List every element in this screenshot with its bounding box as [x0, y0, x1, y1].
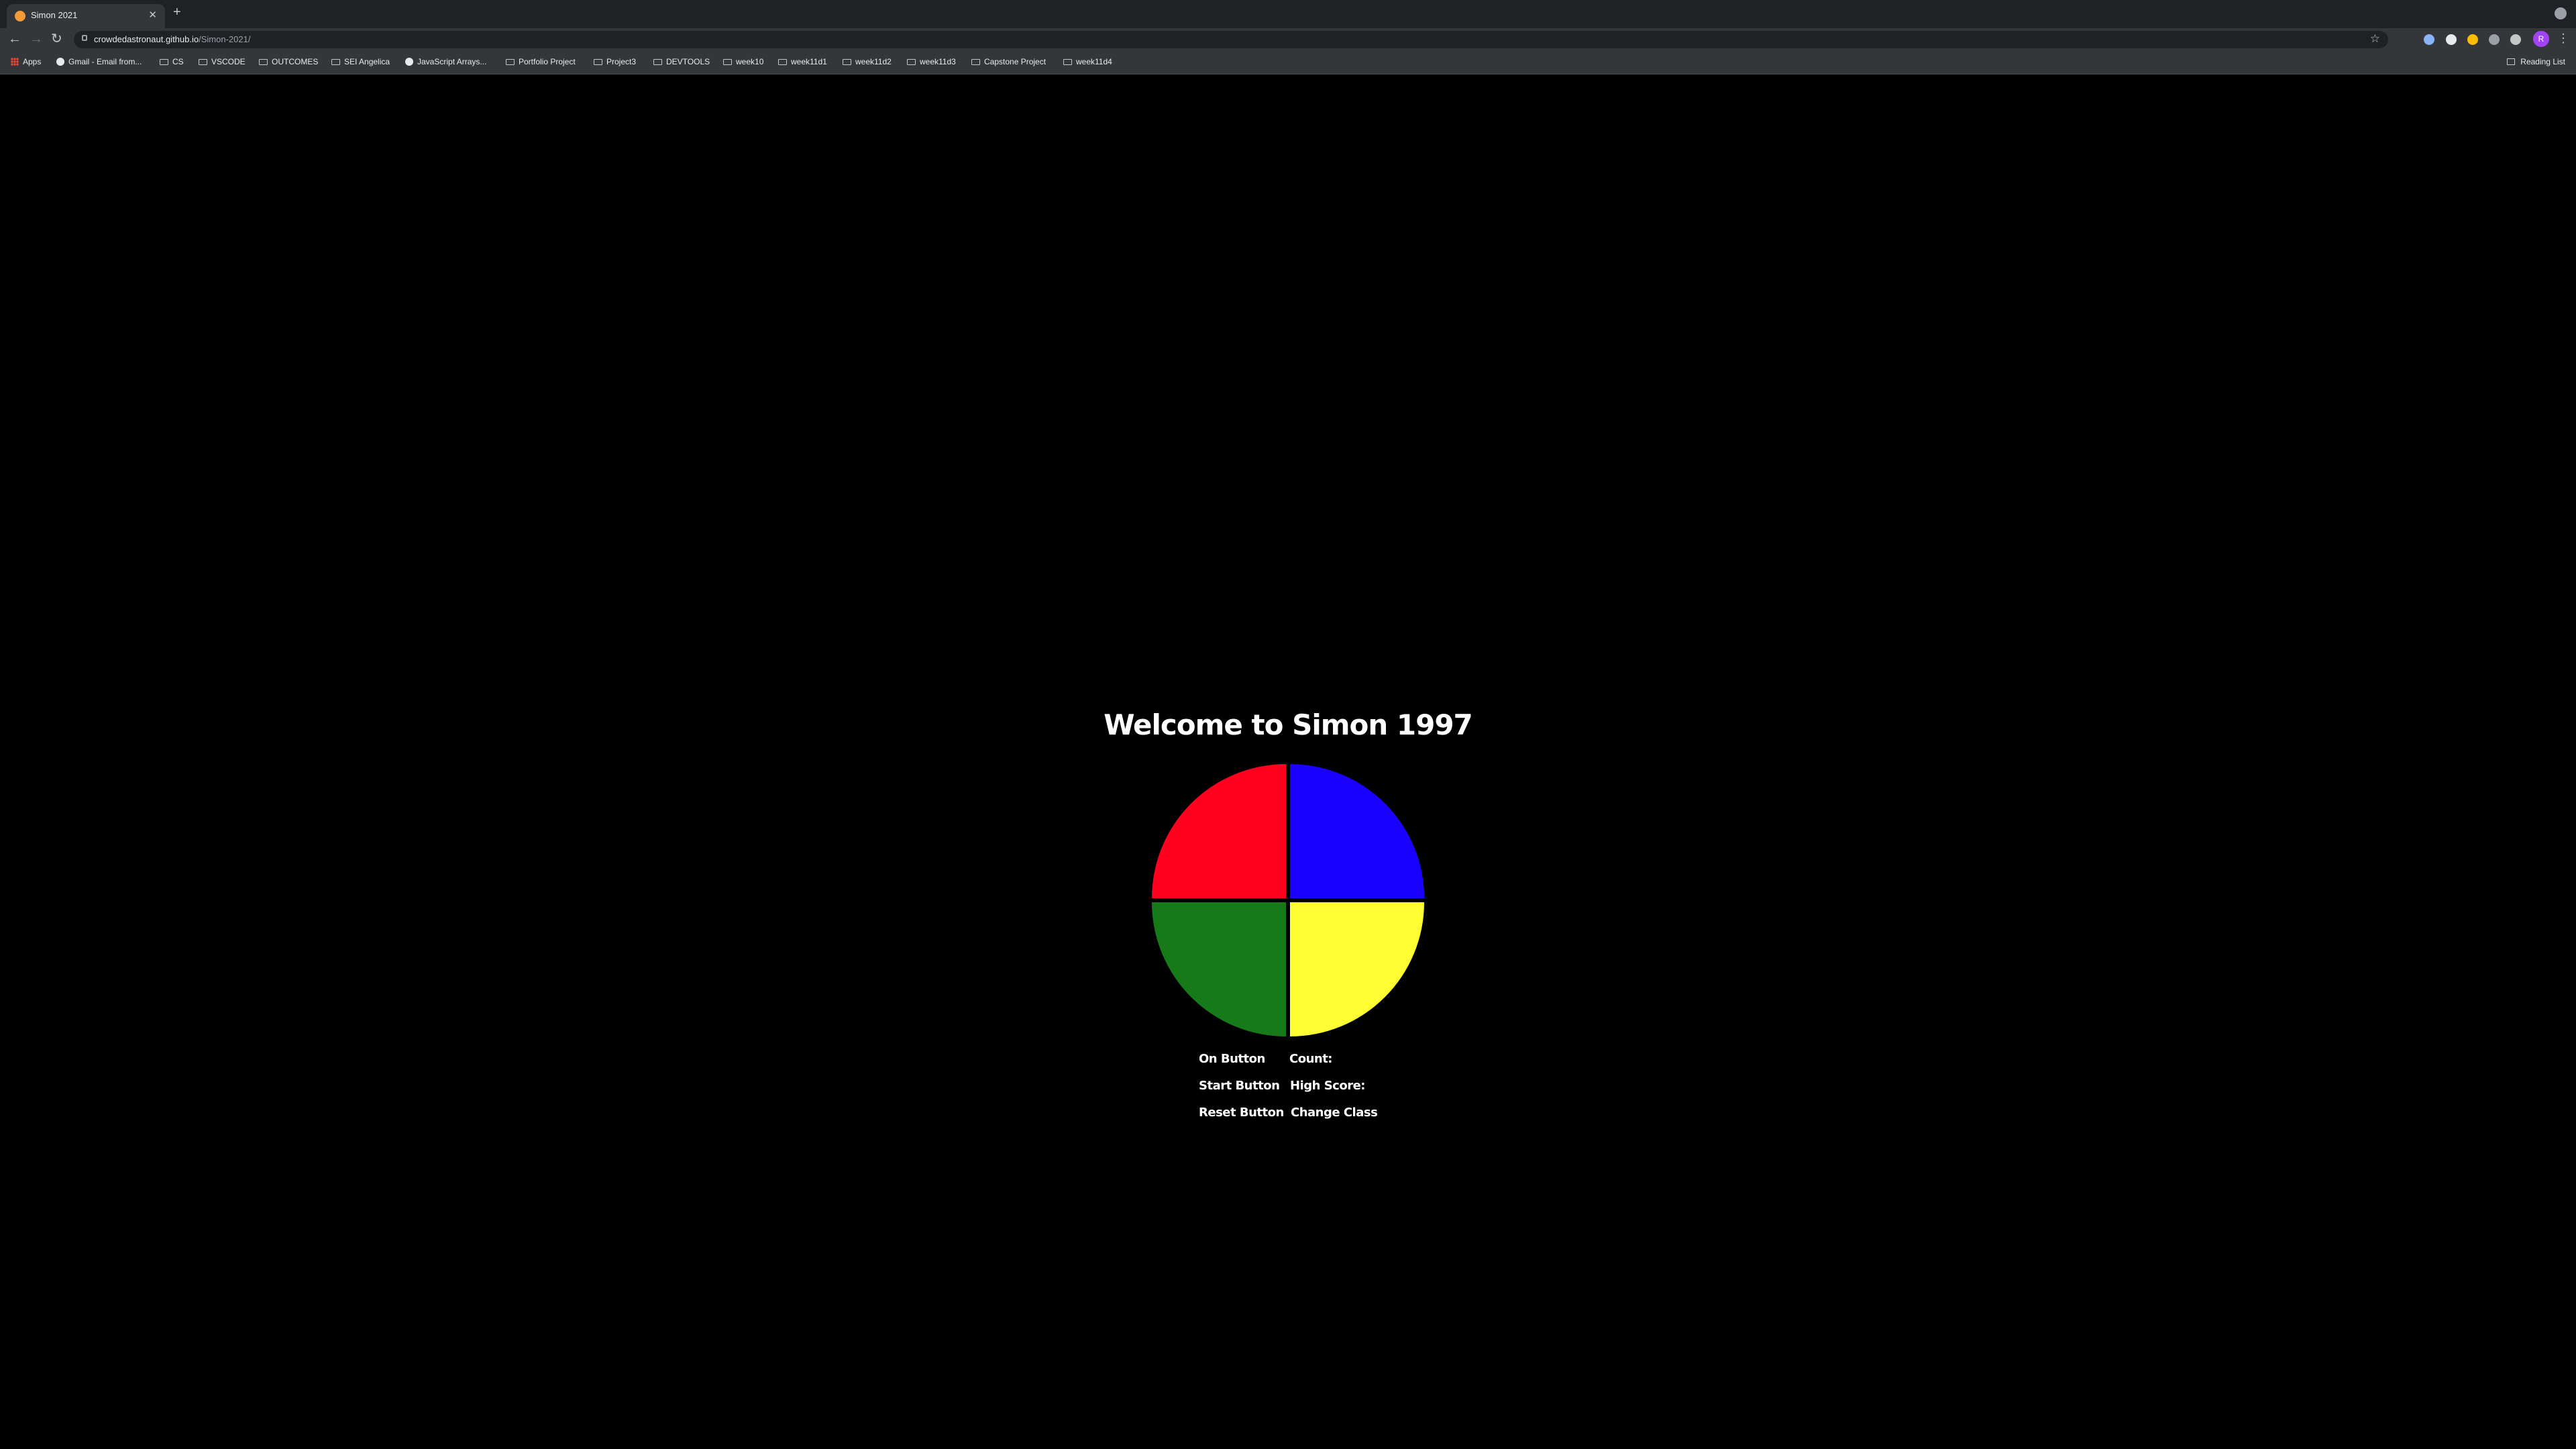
bookmark-star-icon[interactable]: ☆: [2370, 32, 2380, 46]
folder-icon: [723, 59, 732, 65]
lock-icon: [82, 35, 87, 41]
extension-icon[interactable]: [2446, 34, 2457, 45]
page-content: Welcome to Simon 1997 On Button Count: S…: [0, 74, 2576, 1449]
profile-avatar[interactable]: R: [2533, 31, 2549, 47]
site-icon: [405, 58, 413, 66]
folder-icon: [259, 59, 268, 65]
bookmark-folder[interactable]: Capstone Project: [971, 57, 1046, 66]
folder-icon: [778, 59, 787, 65]
folder-icon: [653, 59, 662, 65]
folder-icon: [594, 59, 602, 65]
bookmark-folder[interactable]: CS: [160, 57, 184, 66]
favicon-icon: [15, 11, 25, 21]
tab-strip: Simon 2021 ✕ +: [0, 0, 2576, 28]
extension-icon[interactable]: [2424, 34, 2434, 45]
extension-icon[interactable]: [2489, 34, 2500, 45]
bookmarks-bar: Apps Gmail - Email from... CS VSCODE OUT…: [0, 51, 2576, 74]
extension-icon[interactable]: [2467, 34, 2478, 45]
on-button[interactable]: On Button: [1199, 1052, 1265, 1066]
apps-grid-icon: [11, 58, 19, 66]
change-class-button[interactable]: Change Class: [1291, 1106, 1378, 1120]
bookmark-folder[interactable]: week11d2: [843, 57, 892, 66]
google-icon: [56, 58, 64, 66]
green-pad[interactable]: [1152, 902, 1286, 1036]
browser-toolbar: ← → ↻ crowdedastronaut.github.io/Simon-2…: [0, 28, 2576, 51]
bookmark-apps[interactable]: Apps: [11, 57, 41, 66]
bookmark-folder[interactable]: week11d3: [907, 57, 956, 66]
yellow-pad[interactable]: [1290, 902, 1424, 1036]
start-button[interactable]: Start Button: [1199, 1079, 1280, 1093]
puzzle-icon[interactable]: [2510, 34, 2521, 45]
reload-icon[interactable]: ↻: [51, 31, 62, 47]
url-text: crowdedastronaut.github.io/Simon-2021/: [94, 34, 251, 44]
reset-button[interactable]: Reset Button: [1199, 1106, 1284, 1120]
reading-list-button[interactable]: Reading List: [2507, 57, 2565, 66]
bookmark-folder[interactable]: OUTCOMES: [259, 57, 318, 66]
bookmark-folder[interactable]: SEI Angelica: [331, 57, 390, 66]
menu-icon[interactable]: ⋮: [2557, 32, 2569, 44]
close-tab-icon[interactable]: ✕: [148, 9, 157, 21]
address-bar[interactable]: crowdedastronaut.github.io/Simon-2021/ ☆: [74, 31, 2388, 48]
folder-icon: [1063, 59, 1072, 65]
red-pad[interactable]: [1152, 764, 1286, 898]
new-tab-icon[interactable]: +: [173, 5, 181, 19]
folder-icon: [907, 59, 916, 65]
tab-title: Simon 2021: [31, 10, 78, 20]
folder-icon: [160, 59, 168, 65]
reading-list-icon: [2507, 58, 2516, 65]
bookmark-gmail[interactable]: Gmail - Email from...: [56, 57, 142, 66]
simon-board: [1152, 764, 1424, 1036]
back-icon[interactable]: ←: [8, 31, 21, 47]
bookmark-folder[interactable]: VSCODE: [199, 57, 246, 66]
bookmark-link[interactable]: JavaScript Arrays...: [405, 57, 486, 66]
folder-icon: [843, 59, 851, 65]
bookmark-folder[interactable]: week10: [723, 57, 763, 66]
bookmark-folder[interactable]: DEVTOOLS: [653, 57, 710, 66]
bookmark-folder[interactable]: week11d4: [1063, 57, 1112, 66]
high-score-label: High Score:: [1290, 1079, 1365, 1093]
bookmark-folder[interactable]: week11d1: [778, 57, 827, 66]
bookmark-folder[interactable]: Portfolio Project: [506, 57, 576, 66]
folder-icon: [506, 59, 515, 65]
folder-icon: [199, 59, 207, 65]
page-title: Welcome to Simon 1997: [1104, 708, 1473, 741]
bookmark-folder[interactable]: Project3: [594, 57, 636, 66]
count-label: Count:: [1289, 1052, 1333, 1066]
folder-icon: [971, 59, 980, 65]
browser-tab[interactable]: Simon 2021 ✕: [7, 4, 165, 28]
folder-icon: [331, 59, 340, 65]
forward-icon[interactable]: →: [30, 31, 43, 47]
window-control-icon[interactable]: [2555, 7, 2567, 19]
blue-pad[interactable]: [1290, 764, 1424, 898]
